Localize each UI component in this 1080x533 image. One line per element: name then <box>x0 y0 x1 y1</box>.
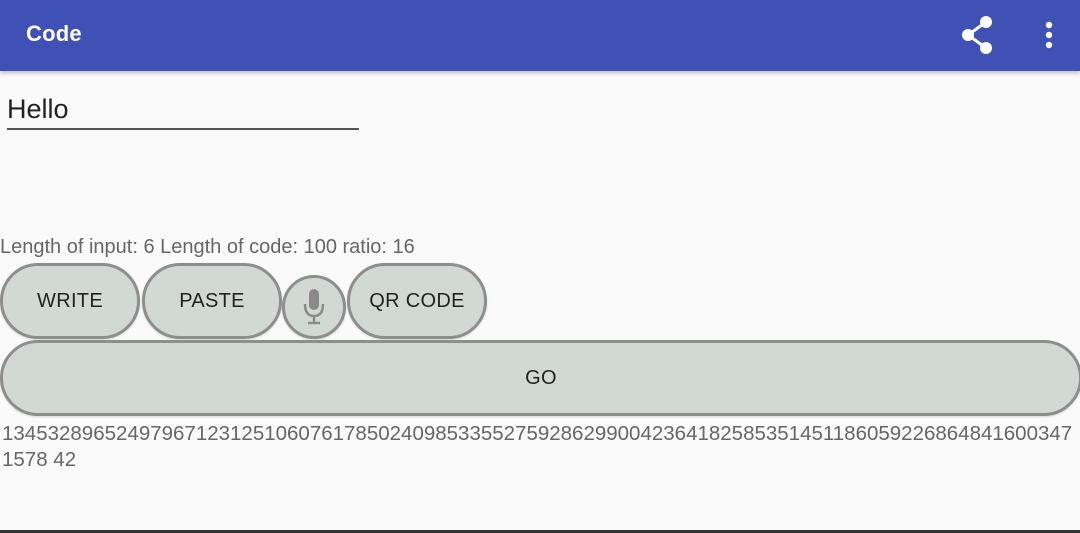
text-input-container <box>7 90 359 132</box>
microphone-icon <box>303 289 325 325</box>
app-title: Code <box>26 21 82 46</box>
stats-text: Length of input: 6 Length of code: 100 r… <box>0 236 415 258</box>
overflow-menu-button[interactable] <box>1026 8 1072 62</box>
voice-input-button[interactable] <box>282 275 346 339</box>
go-button[interactable]: GO <box>0 340 1080 416</box>
result-code-text: 1345328965249796712312510607617850240985… <box>2 422 1073 471</box>
text-input[interactable] <box>7 90 359 130</box>
share-icon <box>962 16 992 54</box>
write-button[interactable]: WRITE <box>0 263 140 339</box>
paste-button[interactable]: PASTE <box>142 263 282 339</box>
qr-code-button[interactable]: QR CODE <box>347 263 487 339</box>
app-bar: Code <box>0 0 1080 71</box>
more-vertical-icon <box>1045 21 1053 49</box>
share-button[interactable] <box>950 8 1004 62</box>
